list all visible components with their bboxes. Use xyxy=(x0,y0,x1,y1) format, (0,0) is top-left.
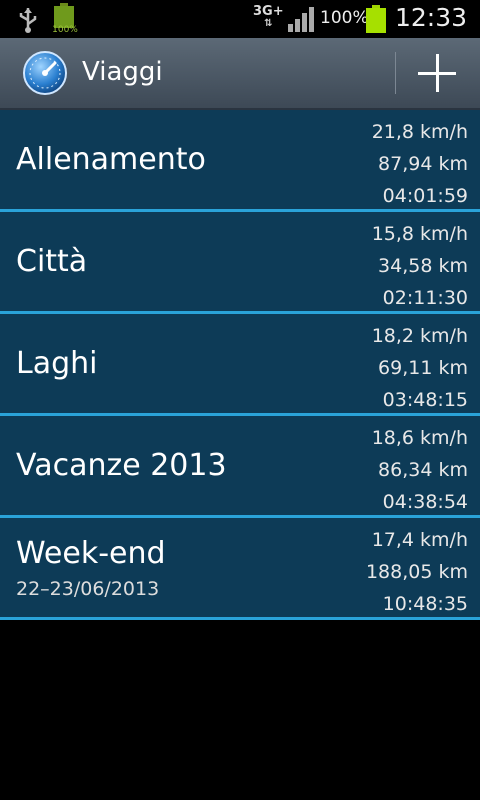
clock: 12:33 xyxy=(395,3,468,32)
usb-icon xyxy=(19,8,37,33)
network-arrows-icon: ⇅ xyxy=(264,18,273,29)
network-type: 3G+ ⇅ xyxy=(253,4,284,29)
trip-stats: 15,8 km/h 34,58 km 02:11:30 xyxy=(372,218,468,314)
trip-speed: 17,4 km/h xyxy=(371,529,468,551)
trip-distance: 86,34 km xyxy=(378,459,468,481)
action-bar: Viaggi xyxy=(0,38,480,110)
trip-duration: 02:11:30 xyxy=(382,287,468,309)
trip-distance: 34,58 km xyxy=(378,255,468,277)
trip-stats: 18,2 km/h 69,11 km 03:48:15 xyxy=(372,320,468,416)
trip-distance: 69,11 km xyxy=(378,357,468,379)
trip-speed: 21,8 km/h xyxy=(371,121,468,143)
battery-percent: 100% xyxy=(320,8,369,28)
trip-stats: 18,6 km/h 86,34 km 04:38:54 xyxy=(372,422,468,518)
trip-name: Allenamento xyxy=(16,142,206,177)
trip-distance: 188,05 km xyxy=(365,561,468,583)
trip-item-allenamento[interactable]: Allenamento 21,8 km/h 87,94 km 04:01:59 xyxy=(0,110,480,212)
trip-duration: 04:01:59 xyxy=(382,185,468,207)
trip-item-laghi[interactable]: Laghi 18,2 km/h 69,11 km 03:48:15 xyxy=(0,314,480,416)
status-bar: 100% 3G+ ⇅ 100% 12:33 xyxy=(0,0,480,38)
trip-dates: 22–23/06/2013 xyxy=(16,578,160,600)
trip-duration: 03:48:15 xyxy=(382,389,468,411)
trip-name: Vacanze 2013 xyxy=(16,448,227,483)
trip-stats: 17,4 km/h 188,05 km 10:48:35 xyxy=(366,524,468,620)
action-bar-divider xyxy=(395,52,396,94)
network-label: 3G+ xyxy=(253,4,284,19)
trip-list: Allenamento 21,8 km/h 87,94 km 04:01:59 … xyxy=(0,110,480,620)
trip-name: Week-end xyxy=(16,536,166,571)
add-trip-button[interactable] xyxy=(410,46,466,100)
trip-item-citta[interactable]: Città 15,8 km/h 34,58 km 02:11:30 xyxy=(0,212,480,314)
trip-item-week-end[interactable]: Week-end 22–23/06/2013 17,4 km/h 188,05 … xyxy=(0,518,480,620)
page-title: Viaggi xyxy=(82,57,163,87)
trip-distance: 87,94 km xyxy=(378,153,468,175)
trip-duration: 10:48:35 xyxy=(382,593,468,615)
trip-item-vacanze-2013[interactable]: Vacanze 2013 18,6 km/h 86,34 km 04:38:54 xyxy=(0,416,480,518)
speedometer-icon[interactable] xyxy=(22,50,68,96)
trip-name: Città xyxy=(16,244,88,279)
trip-name: Laghi xyxy=(16,346,98,381)
battery-charging-icon: 100% xyxy=(52,3,78,35)
battery-icon xyxy=(366,5,386,33)
trip-stats: 21,8 km/h 87,94 km 04:01:59 xyxy=(372,116,468,212)
trip-speed: 18,2 km/h xyxy=(371,325,468,347)
battery-small-percent: 100% xyxy=(52,25,78,35)
trip-duration: 04:38:54 xyxy=(382,491,468,513)
trip-speed: 18,6 km/h xyxy=(371,427,468,449)
signal-icon xyxy=(288,7,314,32)
trip-speed: 15,8 km/h xyxy=(371,223,468,245)
